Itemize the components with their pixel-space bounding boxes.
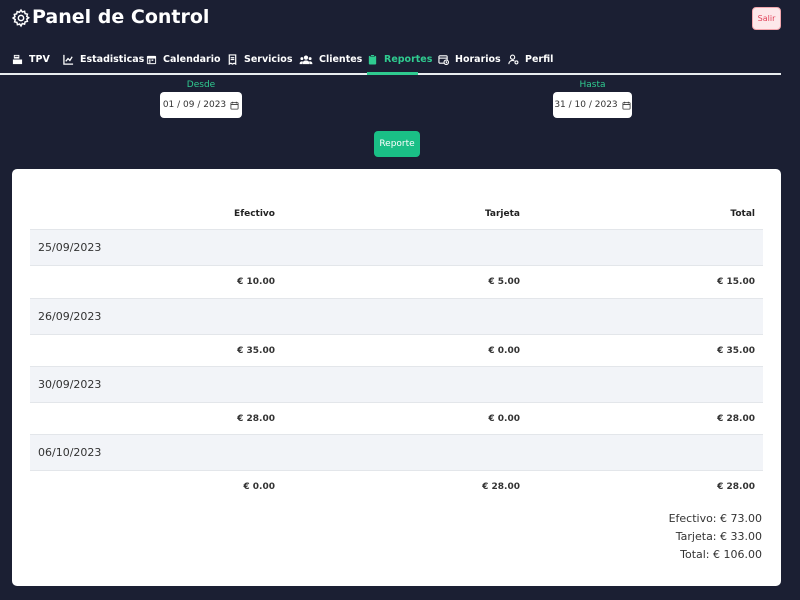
cell-efectivo: € 35.00 bbox=[237, 346, 275, 356]
table-row: € 35.00 € 0.00 € 35.00 bbox=[30, 334, 763, 366]
table-row-date: 26/09/2023 bbox=[30, 298, 763, 334]
active-tab-indicator bbox=[367, 72, 418, 75]
tab-label: Servicios bbox=[244, 54, 293, 65]
users-icon bbox=[299, 55, 313, 65]
cell-efectivo: € 0.00 bbox=[243, 482, 275, 492]
tab-calendario[interactable]: Calendario bbox=[146, 46, 221, 73]
row-date: 26/09/2023 bbox=[38, 310, 102, 323]
tab-label: Perfil bbox=[525, 54, 554, 65]
cell-tarjeta: € 28.00 bbox=[482, 482, 520, 492]
tab-horarios[interactable]: Horarios bbox=[438, 46, 501, 73]
cell-tarjeta: € 0.00 bbox=[488, 414, 520, 424]
column-header-total: Total bbox=[730, 209, 755, 219]
cash-register-icon bbox=[12, 54, 23, 65]
logout-button[interactable]: Salir bbox=[752, 7, 781, 30]
calendar-icon[interactable] bbox=[622, 101, 631, 110]
summary-tarjeta: Tarjeta: € 33.00 bbox=[675, 530, 762, 543]
table-row: € 0.00 € 28.00 € 28.00 bbox=[30, 470, 763, 502]
tab-tpv[interactable]: TPV bbox=[12, 46, 50, 73]
cell-efectivo: € 10.00 bbox=[237, 277, 275, 287]
tab-clientes[interactable]: Clientes bbox=[299, 46, 362, 73]
to-date-value: 31 / 10 / 2023 bbox=[554, 100, 618, 110]
column-header-efectivo: Efectivo bbox=[234, 209, 275, 219]
cell-total: € 28.00 bbox=[717, 482, 755, 492]
chart-icon bbox=[63, 54, 74, 65]
tab-perfil[interactable]: Perfil bbox=[508, 46, 553, 73]
calendar-clock-icon bbox=[438, 55, 449, 65]
cell-tarjeta: € 0.00 bbox=[488, 346, 520, 356]
cell-total: € 15.00 bbox=[717, 277, 755, 287]
cell-efectivo: € 28.00 bbox=[237, 414, 275, 424]
from-date-value: 01 / 09 / 2023 bbox=[162, 100, 227, 110]
report-button[interactable]: Reporte bbox=[374, 131, 420, 157]
row-date: 25/09/2023 bbox=[38, 241, 102, 254]
page-title: Panel de Control bbox=[32, 6, 210, 28]
tab-label: Estadisticas bbox=[80, 54, 145, 65]
summary-efectivo: Efectivo: € 73.00 bbox=[668, 512, 762, 525]
header: Panel de Control Salir bbox=[0, 0, 800, 40]
tab-label: Calendario bbox=[163, 54, 221, 65]
user-gear-icon bbox=[508, 54, 519, 65]
gear-icon bbox=[11, 8, 30, 28]
calendar-icon[interactable] bbox=[230, 101, 239, 110]
cell-tarjeta: € 5.00 bbox=[488, 277, 520, 287]
to-label: Hasta bbox=[579, 80, 606, 90]
column-header-tarjeta: Tarjeta bbox=[484, 209, 520, 219]
to-date-input[interactable]: 31 / 10 / 2023 bbox=[553, 92, 632, 118]
table-row-date: 25/09/2023 bbox=[30, 229, 763, 265]
tab-label: Reportes bbox=[384, 54, 433, 65]
tab-label: Clientes bbox=[319, 54, 363, 65]
row-date: 30/09/2023 bbox=[38, 378, 102, 391]
report-card: Efectivo Tarjeta Total 25/09/2023 € 10.0… bbox=[12, 169, 781, 586]
from-date-input[interactable]: 01 / 09 / 2023 bbox=[160, 92, 242, 118]
tab-estadisticas[interactable]: Estadisticas bbox=[63, 46, 144, 73]
tab-servicios[interactable]: Servicios bbox=[227, 46, 293, 73]
cell-total: € 35.00 bbox=[717, 346, 755, 356]
table-row-date: 06/10/2023 bbox=[30, 434, 763, 470]
cell-total: € 28.00 bbox=[717, 414, 755, 424]
row-date: 06/10/2023 bbox=[38, 446, 102, 459]
table-row: € 28.00 € 0.00 € 28.00 bbox=[30, 402, 763, 434]
tab-reportes[interactable]: Reportes bbox=[367, 46, 432, 73]
summary-total: Total: € 106.00 bbox=[680, 548, 762, 561]
from-label: Desde bbox=[186, 80, 216, 90]
receipt-icon bbox=[228, 54, 237, 65]
tab-label: Horarios bbox=[455, 54, 501, 65]
clipboard-icon bbox=[368, 54, 377, 65]
table-row-date: 30/09/2023 bbox=[30, 366, 763, 402]
calendar-icon bbox=[146, 55, 157, 65]
tab-label: TPV bbox=[29, 54, 50, 65]
table-row: € 10.00 € 5.00 € 15.00 bbox=[30, 265, 763, 297]
